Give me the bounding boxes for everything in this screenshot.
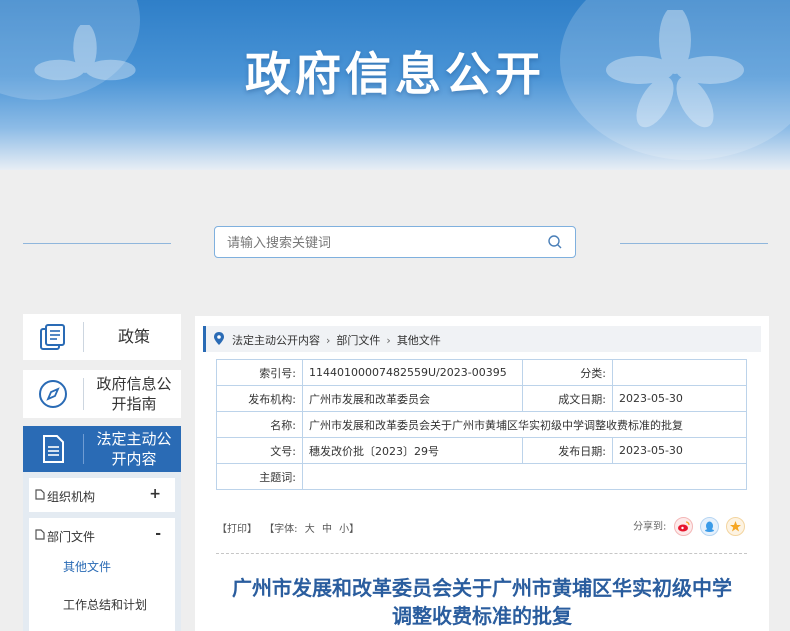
subnav-item-dept[interactable]: 部门文件 - xyxy=(29,518,175,552)
qq-share-icon[interactable] xyxy=(699,517,719,536)
search-icon[interactable] xyxy=(547,234,563,250)
location-pin-icon xyxy=(214,332,224,345)
table-row: 文号: 穗发改价批〔2023〕29号 发布日期: 2023-05-30 xyxy=(216,437,747,464)
meta-label: 发布日期: xyxy=(522,437,613,464)
meta-label: 成文日期: xyxy=(522,385,613,412)
weibo-share-icon[interactable] xyxy=(673,517,693,536)
star-share-icon[interactable] xyxy=(726,517,745,536)
font-small-button[interactable]: 小】 xyxy=(339,524,359,535)
sidebar-item-mandatory-disclosure[interactable]: 法定主动公开内容 xyxy=(23,426,181,472)
breadcrumb: 法定主动公开内容 › 部门文件 › 其他文件 xyxy=(203,326,761,352)
document-icon xyxy=(35,489,45,500)
expand-icon[interactable]: + xyxy=(149,486,161,502)
sidebar-item-guide[interactable]: 政府信息公开指南 xyxy=(23,370,181,418)
collapse-icon[interactable]: - xyxy=(155,526,161,542)
meta-label: 发布机构: xyxy=(216,385,303,412)
breadcrumb-arrow-icon: › xyxy=(326,334,331,347)
meta-value xyxy=(612,359,747,386)
meta-value: 广州市发展和改革委员会 xyxy=(302,385,523,412)
meta-value: 2023-05-30 xyxy=(612,385,747,412)
card-separator xyxy=(83,322,84,352)
meta-label: 文号: xyxy=(216,437,303,464)
card-separator xyxy=(83,434,84,464)
meta-value: 广州市发展和改革委员会关于广州市黄埔区华实初级中学调整收费标准的批复 xyxy=(302,411,747,438)
banner: 政府信息公开 xyxy=(0,0,790,170)
sidebar-item-policy[interactable]: 政策 xyxy=(23,314,181,360)
meta-label: 主题词: xyxy=(216,463,303,490)
search-input[interactable] xyxy=(225,233,549,253)
sidebar-item-label: 法定主动公开内容 xyxy=(96,430,172,468)
document-title: 广州市发展和改革委员会关于广州市黄埔区华实初级中学 调整收费标准的批复 xyxy=(195,574,769,630)
subnav-leaf-work-summary[interactable]: 工作总结和计划 xyxy=(63,596,147,613)
meta-label: 名称: xyxy=(216,411,303,438)
card-separator xyxy=(83,378,84,410)
meta-label: 分类: xyxy=(522,359,613,386)
document-title-line: 广州市发展和改革委员会关于广州市黄埔区华实初级中学 xyxy=(232,576,732,600)
table-row: 主题词: xyxy=(216,463,747,490)
table-row: 名称: 广州市发展和改革委员会关于广州市黄埔区华实初级中学调整收费标准的批复 xyxy=(216,411,747,438)
meta-value: 2023-05-30 xyxy=(612,437,747,464)
document-stack-icon xyxy=(40,324,65,350)
meta-label: 索引号: xyxy=(216,359,303,386)
share-label: 分享到: xyxy=(633,521,667,533)
font-large-button[interactable]: 大 xyxy=(305,524,315,535)
breadcrumb-item[interactable]: 其他文件 xyxy=(397,334,441,347)
subnav-label: 部门文件 xyxy=(47,530,96,544)
divider-left xyxy=(23,243,171,244)
breadcrumb-items: 法定主动公开内容 › 部门文件 › 其他文件 xyxy=(232,332,441,348)
share-bar: 分享到: xyxy=(633,517,745,536)
document-metadata-table: 索引号: 11440100007482559U/2023-00395 分类: 发… xyxy=(216,359,747,490)
document-title-line: 调整收费标准的批复 xyxy=(392,604,572,628)
sidebar-item-label: 政府信息公开指南 xyxy=(96,375,172,413)
subnav-label: 组织机构 xyxy=(47,490,96,504)
meta-value xyxy=(302,463,747,490)
file-list-icon xyxy=(43,435,64,463)
subnav-item-org[interactable]: 组织机构 + xyxy=(29,478,175,512)
breadcrumb-arrow-icon: › xyxy=(386,334,391,347)
subnav-leaf-other-files[interactable]: 其他文件 xyxy=(63,558,111,575)
table-row: 发布机构: 广州市发展和改革委员会 成文日期: 2023-05-30 xyxy=(216,385,747,412)
breadcrumb-item[interactable]: 法定主动公开内容 xyxy=(232,334,320,347)
font-size-label: 【字体: xyxy=(264,524,298,535)
document-icon xyxy=(35,529,45,540)
print-button[interactable]: 【打印】 xyxy=(217,524,257,535)
dashed-divider xyxy=(216,553,747,554)
content-panel: 法定主动公开内容 › 部门文件 › 其他文件 索引号: 1144010000748255… xyxy=(195,316,769,631)
sub-navigation: 组织机构 + 部门文件 - 其他文件 工作总结和计划 xyxy=(23,472,181,631)
meta-value: 11440100007482559U/2023-00395 xyxy=(302,359,523,386)
sidebar-item-label: 政策 xyxy=(117,327,150,346)
table-row: 索引号: 11440100007482559U/2023-00395 分类: xyxy=(216,359,747,386)
compass-icon xyxy=(39,380,67,408)
meta-value: 穗发改价批〔2023〕29号 xyxy=(302,437,523,464)
breadcrumb-item[interactable]: 部门文件 xyxy=(336,334,380,347)
divider-right xyxy=(620,243,768,244)
font-medium-button[interactable]: 中 xyxy=(322,524,332,535)
search-box[interactable] xyxy=(214,226,576,258)
reading-tools: 【打印】 【字体: 大 中 小】 xyxy=(217,520,363,535)
page-title: 政府信息公开 xyxy=(245,47,545,101)
